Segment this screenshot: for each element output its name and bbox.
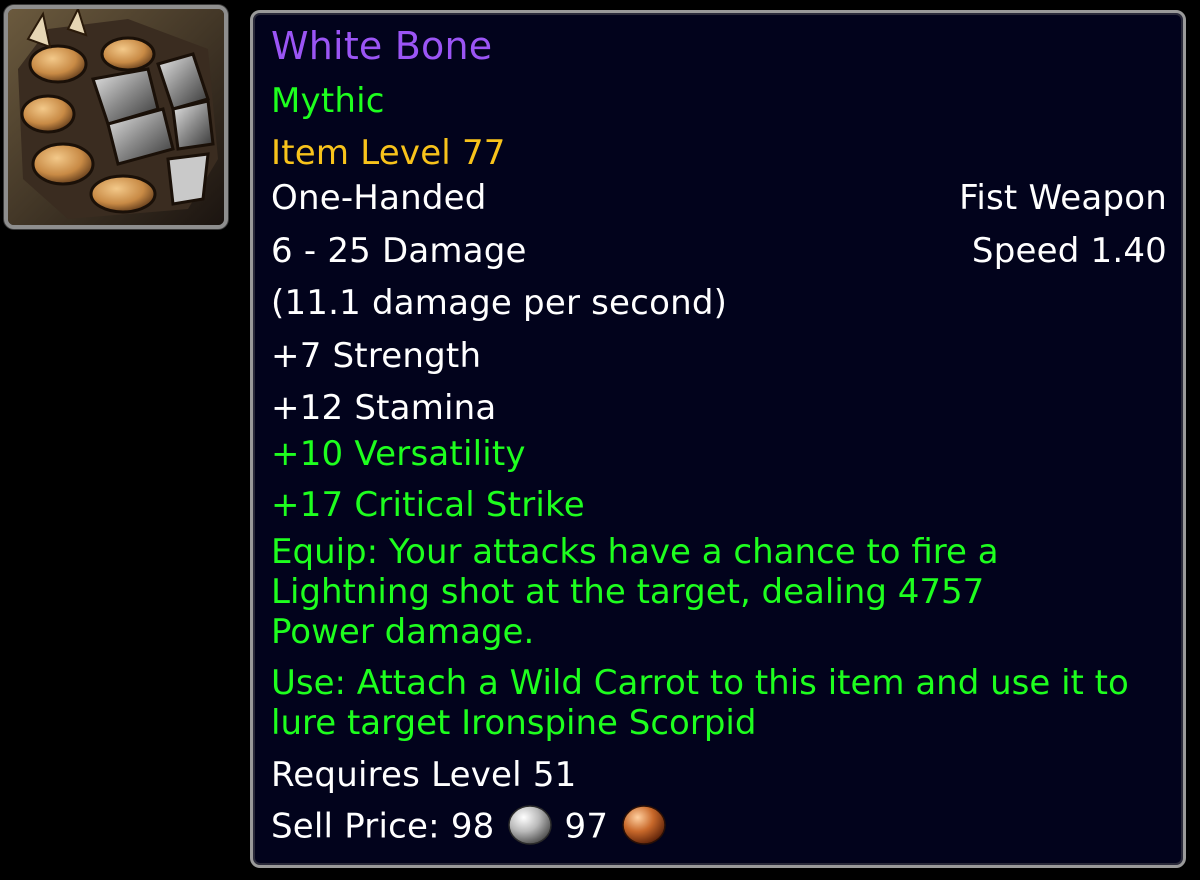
stat-strength: +7 Strength (271, 336, 482, 376)
use-effect: Use: Attach a Wild Carrot to this item a… (271, 663, 1129, 743)
item-level: Item Level 77 (271, 133, 506, 173)
item-quality: Mythic (271, 81, 385, 121)
item-icon (4, 5, 228, 229)
required-level: Requires Level 51 (271, 755, 577, 795)
damage-row: 6 - 25 Damage Speed 1.40 (271, 231, 1167, 271)
silver-coin-icon (506, 803, 554, 847)
sell-price-label: Sell Price: (271, 806, 440, 847)
fist-weapon-icon (8, 9, 224, 225)
stat-critical-strike: +17 Critical Strike (271, 485, 585, 525)
item-speed: Speed 1.40 (971, 231, 1167, 271)
slot-row: One-Handed Fist Weapon (271, 178, 1167, 218)
item-dps: (11.1 damage per second) (271, 283, 728, 323)
item-damage: 6 - 25 Damage (271, 231, 527, 271)
item-name: White Bone (271, 24, 493, 68)
equip-effect: Equip: Your attacks have a chance to fir… (271, 532, 999, 652)
item-type: Fist Weapon (959, 178, 1167, 218)
sell-price: Sell Price: 98 97 (271, 803, 1167, 850)
item-slot: One-Handed (271, 178, 487, 218)
sell-price-copper: 97 (564, 806, 609, 847)
item-tooltip: White Bone Mythic Item Level 77 One-Hand… (250, 10, 1186, 868)
stat-stamina: +12 Stamina (271, 388, 497, 428)
sell-price-silver: 98 (450, 806, 495, 847)
stat-versatility: +10 Versatility (271, 434, 526, 474)
copper-coin-icon (620, 803, 668, 847)
